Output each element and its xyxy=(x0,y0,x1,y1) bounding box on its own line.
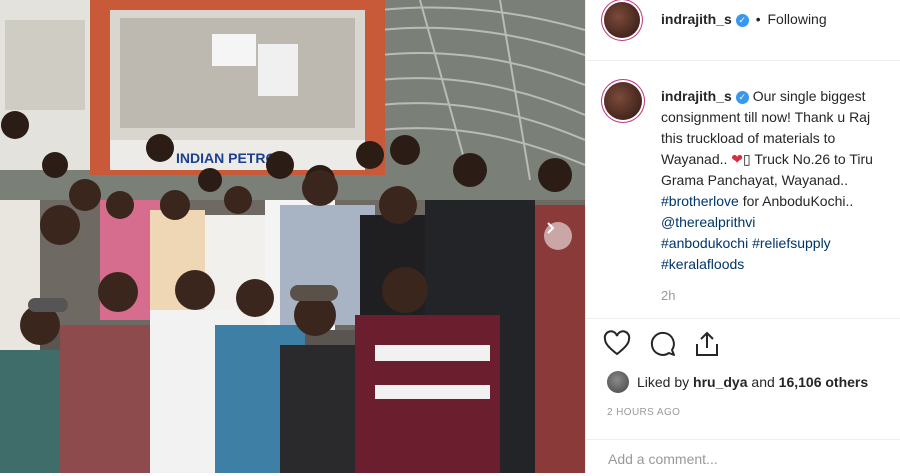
caption-line: #anbodukochi #reliefsupply xyxy=(661,233,900,254)
post-actions: Liked by hru_dya and 16,106 others 2 HOU… xyxy=(586,318,900,474)
separator-dot: • xyxy=(755,11,761,27)
caption-line: consignment till now! Thank u Raj xyxy=(661,109,871,125)
caption: indrajith_s ✓ Our single biggest consignm… xyxy=(586,80,900,320)
caption-time-ago[interactable]: 2h xyxy=(661,288,675,303)
caption-fragment: for AnboduKochi.. xyxy=(742,193,854,209)
liker-username-link[interactable]: hru_dya xyxy=(693,374,747,390)
caption-fragment: Wayanad.. xyxy=(661,151,728,167)
mention-link[interactable]: @therealprithvi xyxy=(661,214,755,230)
caption-line: #brotherlove for AnboduKochi.. xyxy=(661,191,900,212)
username-link[interactable]: indrajith_s xyxy=(661,11,732,27)
hashtag-link[interactable]: #brotherlove xyxy=(661,193,739,209)
like-button[interactable] xyxy=(602,329,632,359)
comment-box xyxy=(586,439,900,476)
comment-input[interactable] xyxy=(606,450,880,468)
red-heart-emoji: ❤ xyxy=(731,151,744,167)
caption-line: Grama Panchayat, Wayanad.. xyxy=(661,172,849,188)
chevron-right-icon xyxy=(547,222,555,234)
caption-line: Our single biggest xyxy=(752,88,866,104)
avatar[interactable] xyxy=(604,2,640,38)
share-button[interactable] xyxy=(692,329,722,359)
caption-text: indrajith_s ✓ Our single biggest consignm… xyxy=(661,86,900,275)
hashtag-link[interactable]: #reliefsupply xyxy=(752,235,831,251)
caption-line: Wayanad.. ❤▯ Truck No.26 to Tiru xyxy=(661,149,900,170)
caption-username-link[interactable]: indrajith_s xyxy=(661,88,732,104)
verified-badge-icon: ✓ xyxy=(735,14,749,27)
caption-fragment: Truck No.26 to Tiru xyxy=(754,151,873,167)
heart-icon xyxy=(603,330,631,356)
likes-middle: and xyxy=(751,374,775,390)
posted-time[interactable]: 2 HOURS AGO xyxy=(607,407,680,418)
comment-icon xyxy=(650,331,675,356)
comment-button[interactable] xyxy=(648,329,678,359)
post-header: indrajith_s ✓ • Following xyxy=(586,0,900,61)
group-photo-illustration: INDIAN PETRO xyxy=(0,0,585,473)
likes-summary: Liked by hru_dya and 16,106 others xyxy=(607,371,868,393)
caption-line: @therealprithvi xyxy=(661,212,900,233)
hashtag-link[interactable]: #anbodukochi xyxy=(661,235,748,251)
follow-status[interactable]: Following xyxy=(767,11,826,27)
share-icon xyxy=(696,331,718,356)
verified-badge-icon: ✓ xyxy=(735,91,749,104)
caption-line: #keralafloods xyxy=(661,254,900,275)
caption-line: this truckload of materials to xyxy=(661,130,836,146)
instagram-post: INDIAN PETRO indrajith_s ✓ • Following i… xyxy=(0,0,900,473)
post-photo[interactable]: INDIAN PETRO xyxy=(0,0,585,473)
truck-sign-text: INDIAN PETRO xyxy=(176,150,276,166)
likes-count-link[interactable]: 16,106 others xyxy=(779,374,869,390)
carousel-next-button[interactable] xyxy=(544,222,572,250)
hashtag-link[interactable]: #keralafloods xyxy=(661,256,744,272)
likes-prefix: Liked by xyxy=(637,374,690,390)
box-emoji: ▯ xyxy=(743,151,751,167)
header-text: indrajith_s ✓ • Following xyxy=(661,11,827,27)
caption-avatar[interactable] xyxy=(604,82,642,120)
liker-avatar[interactable] xyxy=(607,371,629,393)
post-side-panel: indrajith_s ✓ • Following indrajith_s ✓ Ou… xyxy=(585,0,900,473)
